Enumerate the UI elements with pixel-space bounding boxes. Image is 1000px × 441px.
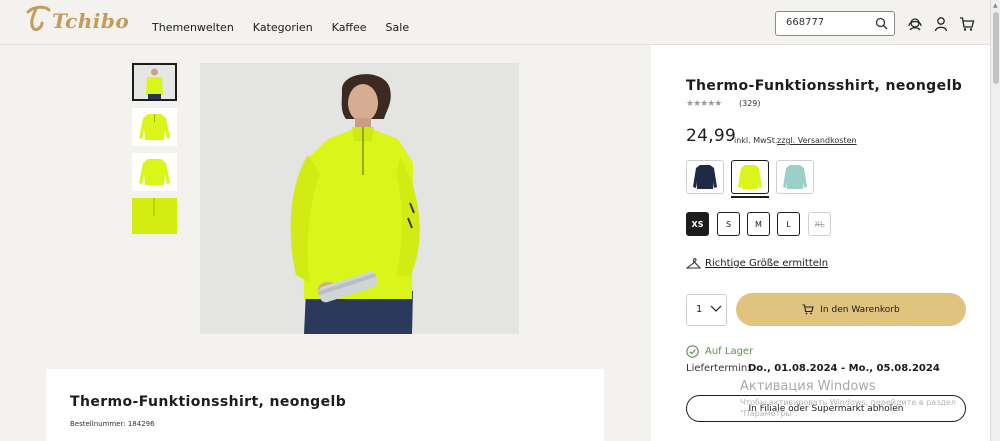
cart-icon[interactable] [959, 16, 975, 32]
rating-stars-icon[interactable]: ★★★★★ [686, 99, 722, 109]
nav-item-themenwelten[interactable]: Themenwelten [152, 21, 234, 34]
logo-text: Tchibo [52, 9, 130, 33]
hanger-icon [686, 258, 701, 269]
nav-item-kategorien[interactable]: Kategorien [253, 21, 313, 34]
delivery-label: Liefertermin: [686, 363, 751, 374]
quantity-select[interactable]: 1 [686, 294, 727, 326]
thumbnail-shirt-back[interactable] [132, 153, 177, 191]
vat-note: inkl. MwSt. [734, 136, 778, 145]
quantity-value: 1 [696, 304, 703, 315]
product-price: 24,99 [686, 126, 737, 146]
page-scrollbar[interactable]: ▲ [990, 0, 1000, 441]
selected-color-indicator [731, 196, 769, 198]
scroll-thumb[interactable] [993, 12, 999, 84]
size-option-l[interactable]: L [777, 212, 800, 236]
service-icon[interactable] [907, 16, 923, 32]
thumbnail-fabric-detail[interactable] [132, 198, 177, 234]
thumbnail-image [132, 198, 177, 234]
size-option-m[interactable]: M [747, 212, 770, 236]
check-circle-icon [686, 345, 699, 358]
size-finder-link[interactable]: Richtige Größe ermitteln [705, 258, 828, 269]
size-option-xs[interactable]: XS [686, 212, 709, 236]
chevron-down-icon [710, 305, 722, 312]
delivery-date: Do., 01.08.2024 - Mo., 05.08.2024 [748, 363, 940, 374]
thumbnail-shirt-front[interactable] [132, 108, 177, 146]
order-number: Bestellnummer: 184296 [70, 420, 155, 428]
color-swatch-neongelb[interactable] [731, 160, 769, 194]
nav-item-kaffee[interactable]: Kaffee [332, 21, 367, 34]
thumbnail-model-front[interactable] [132, 63, 177, 101]
search-icon[interactable] [875, 17, 888, 30]
thumbnail-image [139, 159, 170, 185]
account-icon[interactable] [933, 16, 949, 32]
add-to-cart-button[interactable]: In den Warenkorb [736, 293, 966, 326]
product-main-image[interactable] [200, 63, 519, 334]
rating-count[interactable]: (329) [739, 99, 761, 108]
details-product-title: Thermo-Funktionsshirt, neongelb [70, 394, 347, 410]
size-option-s[interactable]: S [717, 212, 740, 236]
thumbnail-image [139, 114, 170, 140]
scroll-up-arrow-icon[interactable]: ▲ [993, 2, 998, 9]
main-nav: Themenwelten Kategorien Kaffee Sale [152, 21, 428, 34]
thumbnail-image [134, 65, 175, 99]
color-swatch-navy[interactable] [686, 160, 724, 194]
model-photo [200, 63, 519, 334]
shipping-costs-link[interactable]: zzgl. Versandkosten [777, 136, 857, 145]
tchibo-logo[interactable]: Tchibo [22, 3, 129, 33]
shirt-mint-icon [783, 165, 807, 189]
nav-item-sale[interactable]: Sale [386, 21, 410, 34]
shirt-navy-icon [693, 165, 717, 189]
store-pickup-button[interactable]: In Filiale oder Supermarkt abholen [686, 395, 966, 422]
stock-status: Auf Lager [705, 346, 754, 357]
shirt-neongelb-icon [738, 165, 762, 189]
size-option-xl[interactable]: XL [808, 212, 831, 236]
add-to-cart-label: In den Warenkorb [820, 304, 900, 315]
search-value: 668777 [786, 17, 825, 28]
cart-icon [802, 304, 814, 315]
product-title: Thermo-Funktionsshirt, neongelb [686, 78, 963, 94]
site-header: Tchibo Themenwelten Kategorien Kaffee Sa… [0, 0, 990, 45]
color-swatch-mint[interactable] [776, 160, 814, 194]
logo-mark-icon [26, 5, 51, 31]
store-pickup-label: In Filiale oder Supermarkt abholen [748, 403, 904, 414]
search-input[interactable]: 668777 [775, 11, 895, 36]
